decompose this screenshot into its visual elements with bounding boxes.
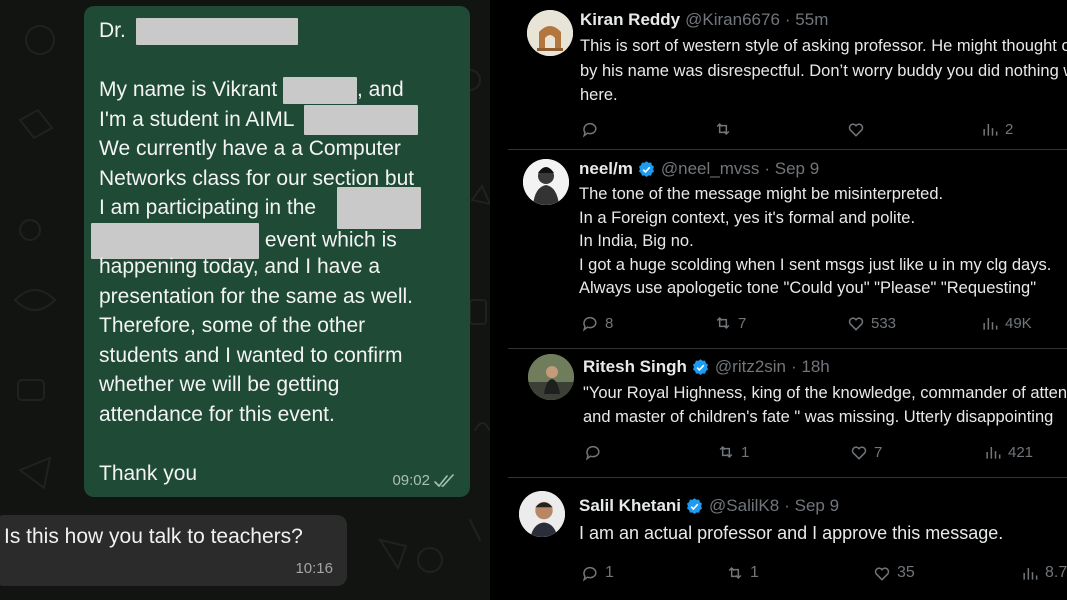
views-chart-icon — [983, 318, 998, 330]
retweet-icon — [716, 122, 730, 136]
tweet-text: This is sort of western style of asking … — [580, 37, 1067, 104]
like-button[interactable] — [846, 119, 871, 139]
like-button[interactable]: 533 — [846, 313, 896, 333]
message-line: My name is Vikrant , and — [99, 75, 456, 105]
message-timestamp: 10:16 — [295, 560, 333, 577]
views-chart-icon — [1023, 568, 1038, 580]
tweet-time[interactable]: · Sep 9 — [784, 496, 839, 516]
tweet-time[interactable]: · 18h — [791, 357, 830, 377]
tweet-header: Kiran Reddy @Kiran6676 · 55m — [580, 10, 828, 30]
author-name[interactable]: Ritesh Singh — [583, 357, 687, 377]
tweet-header: Ritesh Singh @ritz2sin · 18h — [583, 357, 830, 377]
reply-icon — [582, 122, 597, 138]
avatar[interactable] — [523, 159, 569, 205]
redacted-block — [135, 17, 298, 45]
message-line: We currently have a a Computer — [99, 137, 401, 160]
retweet-button[interactable]: 1 — [725, 563, 759, 583]
retweet-icon — [719, 445, 733, 459]
views-chart-icon — [983, 124, 998, 136]
tweet[interactable]: Salil Khetani @SalilK8 · Sep 9 I am an a… — [508, 478, 1067, 600]
retweet-button[interactable]: 1 — [716, 442, 749, 462]
reply-icon — [582, 316, 597, 332]
message-line: I'm a student in AIML — [99, 104, 456, 135]
retweet-button[interactable]: 7 — [713, 313, 746, 333]
author-name[interactable]: neel/m — [579, 159, 633, 179]
verified-badge-icon — [638, 160, 654, 177]
message-line — [99, 429, 456, 459]
views-button[interactable]: 2 — [980, 119, 1013, 139]
author-name[interactable]: Salil Khetani — [579, 496, 681, 516]
tweet-text: The tone of the message might be misinte… — [579, 185, 1052, 297]
avatar[interactable] — [527, 10, 573, 56]
avatar[interactable] — [528, 354, 574, 400]
tweet[interactable]: Kiran Reddy @Kiran6676 · 55m This is sor… — [508, 0, 1067, 148]
message-line: whether we will be getting — [99, 373, 340, 396]
incoming-message-bubble[interactable]: Is this how you talk to teachers? 10:16 — [0, 515, 347, 586]
retweet-icon — [728, 566, 742, 580]
panel-divider — [490, 0, 508, 600]
message-line: I am participating in the — [99, 187, 456, 229]
message-line: students and I wanted to confirm — [99, 343, 403, 367]
message-line: happening today, and I have a — [99, 255, 381, 278]
retweet-button[interactable] — [713, 119, 738, 139]
author-handle[interactable]: @SalilK8 — [709, 496, 779, 516]
heart-icon — [851, 446, 867, 460]
redacted-block — [283, 76, 358, 104]
tweet-text: "Your Royal Highness, king of the knowle… — [583, 384, 1067, 426]
author-name[interactable]: Kiran Reddy — [580, 10, 680, 30]
chat-panel: Dr. My name is Vikrant , and I'm a stude… — [0, 0, 490, 600]
tweet[interactable]: neel/m @neel_mvss · Sep 9 The tone of th… — [508, 150, 1067, 348]
reply-icon — [582, 566, 597, 582]
reply-button[interactable] — [580, 119, 605, 139]
author-handle[interactable]: @ritz2sin — [715, 357, 786, 377]
views-button[interactable]: 421 — [983, 442, 1033, 462]
verified-badge-icon — [687, 497, 703, 514]
tweet-text: I am an actual professor and I approve t… — [579, 523, 1004, 543]
message-timestamp: 09:02 — [392, 472, 456, 489]
message-line — [99, 46, 456, 76]
views-chart-icon — [986, 447, 1001, 459]
message-text: Is this how you talk to teachers? — [4, 525, 303, 548]
like-button[interactable]: 35 — [872, 563, 915, 583]
like-button[interactable]: 7 — [849, 442, 882, 462]
tweet[interactable]: Ritesh Singh @ritz2sin · 18h "Your Royal… — [508, 349, 1067, 477]
double-check-icon — [434, 473, 454, 487]
tweet-time[interactable]: · Sep 9 — [764, 159, 819, 179]
author-handle[interactable]: @neel_mvss — [661, 159, 760, 179]
views-button[interactable]: 49K — [980, 313, 1032, 333]
verified-badge-icon — [692, 358, 708, 375]
heart-icon — [848, 317, 864, 331]
twitter-replies-panel: Kiran Reddy @Kiran6676 · 55m This is sor… — [508, 0, 1067, 600]
tweet-time[interactable]: · 55m — [785, 10, 828, 30]
reply-button[interactable]: 8 — [580, 313, 613, 333]
reply-icon — [585, 445, 600, 461]
retweet-icon — [716, 316, 730, 330]
message-line: attendance for this event. — [99, 402, 335, 426]
message-line: presentation for the same as well. — [99, 284, 413, 308]
outgoing-message-bubble[interactable]: Dr. My name is Vikrant , and I'm a stude… — [84, 6, 470, 497]
reply-button[interactable]: 1 — [580, 563, 614, 583]
heart-icon — [848, 123, 864, 137]
redacted-block — [303, 104, 418, 135]
reply-button[interactable] — [583, 442, 608, 462]
message-line: Dr. — [99, 16, 456, 46]
tweet-header: Salil Khetani @SalilK8 · Sep 9 — [579, 496, 839, 516]
heart-icon — [874, 567, 890, 581]
author-handle[interactable]: @Kiran6676 — [685, 10, 780, 30]
message-line: Therefore, some of the other — [99, 314, 366, 337]
avatar[interactable] — [519, 491, 565, 537]
tweet-header: neel/m @neel_mvss · Sep 9 — [579, 159, 819, 179]
message-line: event which is — [91, 222, 456, 259]
views-button[interactable]: 8.7K — [1020, 563, 1067, 583]
